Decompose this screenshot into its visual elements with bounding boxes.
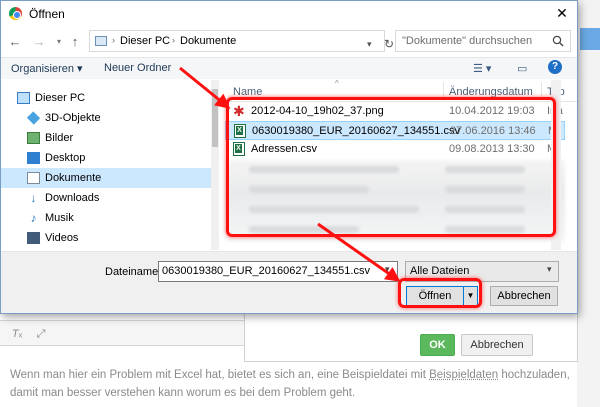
- search-placeholder: "Dokumente" durchsuchen: [402, 35, 533, 47]
- pictures-icon: [27, 132, 40, 144]
- nav-item-pictures[interactable]: Bilder: [1, 128, 211, 148]
- nav-item-label: Downloads: [45, 192, 100, 204]
- background-blue-bar: [580, 28, 600, 50]
- nav-item-downloads[interactable]: ↓ Downloads: [1, 188, 211, 208]
- forward-arrow-icon[interactable]: →: [31, 34, 47, 50]
- chrome-icon: [9, 7, 22, 20]
- nav-item-label: Desktop: [45, 152, 86, 164]
- organize-button[interactable]: Organisieren ▾: [11, 62, 83, 75]
- background-cancel-button[interactable]: Abbrechen: [461, 334, 533, 356]
- title-bar: Öffnen ✕: [1, 1, 577, 27]
- address-bar[interactable]: › Dieser PC › Dokumente: [89, 30, 385, 52]
- dialog-title: Öffnen: [29, 7, 65, 21]
- nav-item-3d-objects[interactable]: 3D-Objekte: [1, 108, 211, 128]
- fullscreen-icon[interactable]: ⤢: [32, 326, 50, 342]
- close-button[interactable]: ✕: [549, 3, 575, 23]
- navigation-row: ← → ▾ ↑ › Dieser PC › Dokumente ▾ ↻ "Dok…: [1, 27, 577, 57]
- desktop-icon: [27, 152, 40, 164]
- editor-toolbar: Tₓ ⤢: [0, 320, 250, 346]
- help-icon[interactable]: ?: [548, 60, 562, 74]
- background-right-strip: [577, 0, 600, 407]
- open-button-highlight-box: [398, 278, 482, 308]
- nav-item-music[interactable]: ♪ Musik: [1, 208, 211, 228]
- nav-item-label: Musik: [45, 212, 74, 224]
- nav-item-label: Dieser PC: [35, 92, 86, 104]
- sort-up-icon: ^: [335, 80, 339, 88]
- breadcrumb-documents[interactable]: Dokumente: [180, 35, 236, 47]
- nav-item-label: Dokumente: [45, 172, 102, 184]
- nav-item-this-pc[interactable]: Dieser PC: [1, 88, 211, 108]
- nav-item-label: Videos: [45, 232, 79, 244]
- remove-format-icon[interactable]: Tₓ: [8, 326, 26, 342]
- sample-data-link[interactable]: Beispieldaten: [429, 369, 498, 381]
- cube-icon: [26, 111, 41, 125]
- up-arrow-icon[interactable]: ↑: [67, 34, 83, 50]
- background-ok-button[interactable]: OK: [420, 334, 455, 356]
- filename-label: Dateiname:: [105, 266, 162, 278]
- file-list-highlight-box: [226, 97, 556, 237]
- filetype-dropdown-icon[interactable]: ▾: [547, 264, 552, 275]
- documents-icon: [27, 172, 40, 184]
- background-help-text: Wenn man hier ein Problem mit Excel hat,…: [10, 369, 570, 399]
- preview-pane-icon[interactable]: ▭: [517, 62, 527, 75]
- address-dropdown-icon[interactable]: ▾: [367, 39, 372, 50]
- nav-item-label: Bilder: [45, 132, 74, 144]
- navigation-pane: Dieser PC 3D-Objekte Bilder Desktop Doku…: [1, 80, 219, 250]
- nav-item-desktop[interactable]: Desktop: [1, 148, 211, 168]
- view-options-icon[interactable]: ☰ ▾: [473, 62, 491, 75]
- filename-dropdown-icon[interactable]: ▾: [385, 264, 390, 275]
- dialog-footer: Dateiname: 0630019380_EUR_20160627_13455…: [1, 251, 577, 313]
- command-toolbar: Organisieren ▾ Neuer Ordner ☰ ▾ ▭ ?: [1, 57, 577, 79]
- search-icon: [552, 35, 564, 47]
- cancel-button[interactable]: Abbrechen: [490, 286, 558, 306]
- nav-item-label: 3D-Objekte: [45, 112, 101, 124]
- breadcrumb-chevron-icon[interactable]: ›: [112, 35, 115, 45]
- search-input[interactable]: "Dokumente" durchsuchen: [395, 30, 571, 52]
- nav-item-documents[interactable]: Dokumente: [1, 168, 211, 188]
- breadcrumb-this-pc[interactable]: Dieser PC: [120, 35, 170, 47]
- filename-input[interactable]: 0630019380_EUR_20160627_134551.csv: [158, 261, 398, 282]
- new-folder-button[interactable]: Neuer Ordner: [104, 62, 171, 74]
- nav-item-videos[interactable]: Videos: [1, 228, 211, 248]
- download-icon: ↓: [30, 191, 37, 205]
- nav-scrollbar-thumb[interactable]: [212, 89, 218, 147]
- music-icon: ♪: [30, 211, 37, 225]
- pc-icon: [17, 92, 30, 104]
- folder-icon: [95, 36, 107, 46]
- refresh-icon[interactable]: ↻: [384, 37, 394, 51]
- breadcrumb-chevron-icon[interactable]: ›: [172, 35, 175, 45]
- video-icon: [27, 232, 40, 244]
- recent-dropdown-icon[interactable]: ▾: [51, 34, 67, 50]
- back-arrow-icon[interactable]: ←: [7, 34, 23, 50]
